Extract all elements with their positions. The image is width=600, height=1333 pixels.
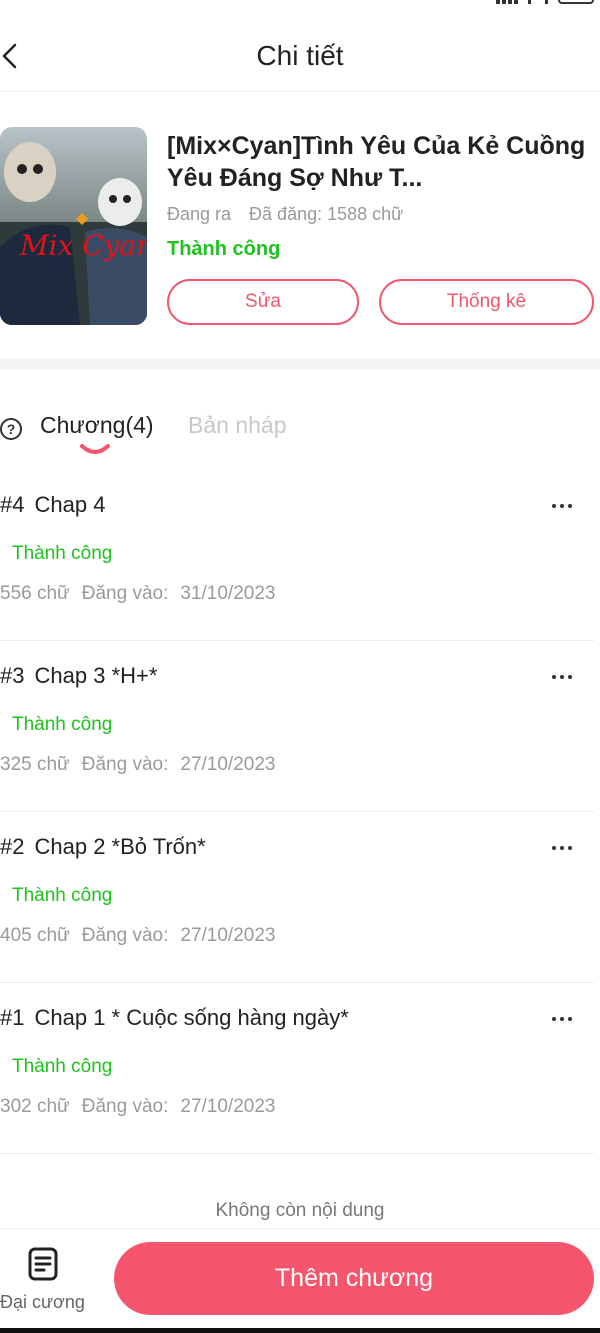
cover-title-text: Mix Cyan bbox=[19, 229, 147, 262]
chapter-number: #3 bbox=[0, 663, 25, 688]
edit-button[interactable]: Sửa bbox=[167, 279, 359, 325]
signal-icon bbox=[496, 0, 518, 4]
chapter-number: #4 bbox=[0, 492, 25, 517]
more-options-icon[interactable] bbox=[542, 836, 582, 860]
story-word-count: Đã đăng: 1588 chữ bbox=[249, 204, 404, 224]
chapter-row[interactable]: #3 Chap 3 *H+* Thành công 325 chữ Đăng vào… bbox=[0, 641, 594, 812]
story-detail-screen: Chi tiết Mix Cyan [Mix×Cyan]Tình Yêu Của… bbox=[0, 0, 600, 1333]
end-of-list-text: Không còn nội dung bbox=[215, 1200, 385, 1221]
chapter-row[interactable]: #4 Chap 4 Thành công 556 chữ Đăng vào: 31/1… bbox=[0, 470, 594, 641]
tab-chapters[interactable]: Chương(4) bbox=[40, 412, 154, 439]
chapter-date: 27/10/2023 bbox=[180, 925, 276, 946]
chapter-date: 31/10/2023 bbox=[180, 583, 276, 604]
status-bar bbox=[0, 0, 600, 6]
more-options-icon[interactable] bbox=[542, 494, 582, 518]
chapter-number: #2 bbox=[0, 834, 25, 859]
chapter-status: Thành công bbox=[12, 885, 113, 906]
outline-button[interactable]: Đại cương bbox=[0, 1247, 88, 1317]
chapter-title: #2 Chap 2 *Bỏ Trốn* bbox=[0, 834, 206, 860]
chapter-title: #3 Chap 3 *H+* bbox=[0, 663, 157, 689]
chapter-number: #1 bbox=[0, 1005, 25, 1030]
story-meta: Đang ra Đã đăng: 1588 chữ bbox=[167, 204, 403, 225]
help-icon[interactable]: ? bbox=[0, 418, 22, 440]
chapter-word-count: 325 chữ bbox=[0, 754, 70, 775]
chapter-title: #1 Chap 1 * Cuộc sống hàng ngày* bbox=[0, 1005, 349, 1031]
active-tab-indicator bbox=[80, 444, 110, 454]
chapter-status: Thành công bbox=[12, 714, 113, 735]
story-cover-image[interactable]: Mix Cyan bbox=[0, 127, 147, 325]
chapter-row[interactable]: #2 Chap 2 *Bỏ Trốn* Thành công 405 chữ Đăn… bbox=[0, 812, 594, 983]
document-icon bbox=[28, 1247, 58, 1281]
story-publish-status: Thành công bbox=[167, 238, 281, 260]
chapter-meta: 302 chữ Đăng vào: 27/10/2023 bbox=[0, 1096, 275, 1118]
chapter-word-count: 302 chữ bbox=[0, 1096, 70, 1117]
section-divider bbox=[0, 358, 600, 370]
cover-artwork: Mix Cyan bbox=[0, 127, 147, 325]
more-options-icon[interactable] bbox=[542, 1007, 582, 1031]
statistics-button[interactable]: Thống kê bbox=[379, 279, 594, 325]
chapter-date: 27/10/2023 bbox=[180, 754, 276, 775]
chapter-word-count: 405 chữ bbox=[0, 925, 70, 946]
chapter-posted-label: Đăng vào: bbox=[81, 925, 169, 946]
more-options-icon[interactable] bbox=[542, 665, 582, 689]
battery-icon bbox=[558, 0, 594, 4]
outline-label: Đại cương bbox=[0, 1292, 85, 1312]
chapter-title: #4 Chap 4 bbox=[0, 492, 105, 518]
page-title: Chi tiết bbox=[256, 40, 344, 71]
chapter-posted-label: Đăng vào: bbox=[81, 1096, 169, 1117]
chapter-status: Thành công bbox=[12, 1056, 113, 1077]
chapter-name: Chap 1 * Cuộc sống hàng ngày* bbox=[34, 1005, 349, 1030]
chapter-meta: 556 chữ Đăng vào: 31/10/2023 bbox=[0, 583, 275, 605]
chapter-word-count: 556 chữ bbox=[0, 583, 70, 604]
chapter-name: Chap 4 bbox=[34, 492, 106, 517]
chapter-status: Thành công bbox=[12, 543, 113, 564]
chapter-meta: 405 chữ Đăng vào: 27/10/2023 bbox=[0, 925, 275, 947]
story-title: [Mix×Cyan]Tình Yêu Của Kẻ Cuồng Yêu Đáng… bbox=[167, 132, 586, 192]
story-ongoing-status: Đang ra bbox=[167, 204, 232, 224]
add-chapter-button[interactable]: Thêm chương bbox=[114, 1242, 594, 1315]
system-navigation-bar bbox=[0, 1328, 600, 1333]
chapter-posted-label: Đăng vào: bbox=[81, 583, 169, 604]
chapter-list: #4 Chap 4 Thành công 556 chữ Đăng vào: 31/1… bbox=[0, 470, 600, 1154]
story-card: Mix Cyan [Mix×Cyan]Tình Yêu Của Kẻ Cuồng… bbox=[0, 92, 600, 358]
chapter-date: 27/10/2023 bbox=[180, 1096, 276, 1117]
chapter-tabs: ? Chương(4) Bản nháp bbox=[0, 400, 600, 470]
chapter-name: Chap 2 *Bỏ Trốn* bbox=[34, 834, 206, 859]
chapter-posted-label: Đăng vào: bbox=[81, 754, 169, 775]
chapter-meta: 325 chữ Đăng vào: 27/10/2023 bbox=[0, 754, 275, 776]
header: Chi tiết bbox=[0, 20, 600, 92]
wifi-icon bbox=[528, 0, 548, 4]
status-icons bbox=[496, 0, 594, 4]
bottom-action-bar: Đại cương Thêm chương bbox=[0, 1228, 600, 1328]
chapter-name: Chap 3 *H+* bbox=[34, 663, 158, 688]
tab-drafts[interactable]: Bản nháp bbox=[188, 412, 286, 439]
chapter-row[interactable]: #1 Chap 1 * Cuộc sống hàng ngày* Thành cô… bbox=[0, 983, 594, 1154]
